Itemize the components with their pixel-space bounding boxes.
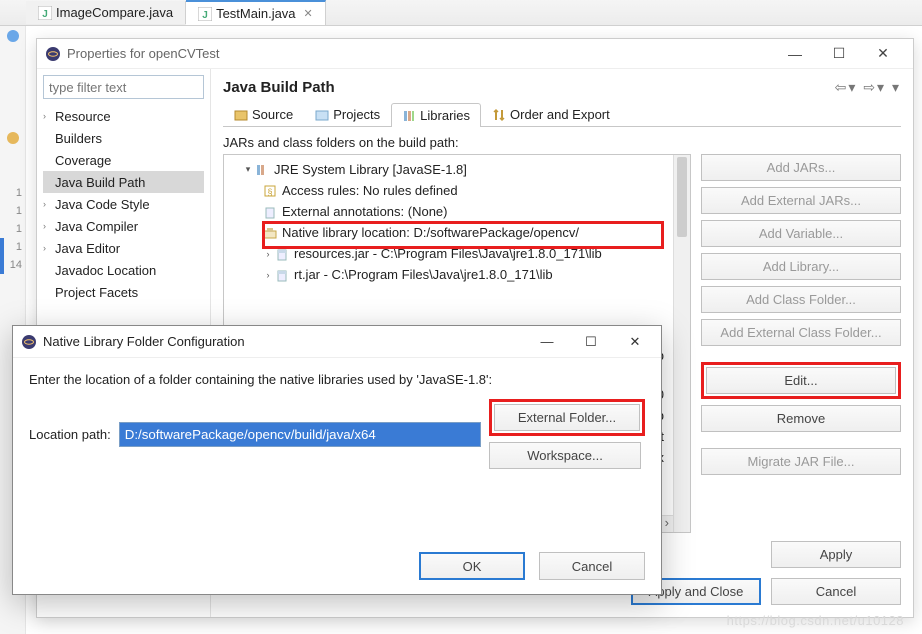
jars-subheading: JARs and class folders on the build path…	[223, 135, 901, 150]
svg-text:§: §	[267, 187, 272, 197]
workspace-button[interactable]: Workspace...	[489, 442, 641, 469]
build-path-tabs: Source Projects Libraries Order and Expo…	[223, 102, 901, 127]
tab-order-export[interactable]: Order and Export	[481, 102, 621, 126]
close-icon[interactable]: ✕	[304, 7, 313, 20]
editor-tab-testmain[interactable]: J TestMain.java ✕	[186, 0, 326, 25]
native-dialog-prompt: Enter the location of a folder containin…	[29, 372, 645, 387]
native-dialog-titlebar: Native Library Folder Configuration — ☐ …	[13, 326, 661, 358]
back-forward-nav[interactable]: ⇦▾ ⇨▾ ▾	[835, 79, 901, 96]
nav-item-builders[interactable]: Builders	[43, 127, 204, 149]
location-path-input[interactable]	[119, 422, 481, 447]
add-class-folder-button[interactable]: Add Class Folder...	[701, 286, 901, 313]
tree-access-rules[interactable]: § Access rules: No rules defined	[228, 180, 686, 201]
editor-tab-label: TestMain.java	[216, 6, 295, 21]
nav-item-javadoc-location[interactable]: Javadoc Location	[43, 259, 204, 281]
build-path-buttons: Add JARs... Add External JARs... Add Var…	[701, 154, 901, 533]
close-button[interactable]: ✕	[861, 45, 905, 62]
tree-root-jre[interactable]: ▾ JRE System Library [JavaSE-1.8]	[228, 159, 686, 180]
maximize-button[interactable]: ☐	[569, 326, 613, 358]
migrate-jar-button[interactable]: Migrate JAR File...	[701, 448, 901, 475]
svg-text:J: J	[42, 9, 48, 20]
editor-tabs: J ImageCompare.java J TestMain.java ✕	[0, 0, 922, 26]
properties-title: Properties for openCVTest	[67, 46, 219, 61]
add-library-button[interactable]: Add Library...	[701, 253, 901, 280]
section-heading: Java Build Path	[223, 79, 335, 96]
nav-item-project-facets[interactable]: Project Facets	[43, 281, 204, 303]
add-external-class-folder-button[interactable]: Add External Class Folder...	[701, 319, 901, 346]
minimize-button[interactable]: —	[773, 46, 817, 62]
jar-icon	[274, 267, 290, 283]
access-rules-icon: §	[262, 183, 278, 199]
annotation-highlight-box: Edit...	[701, 362, 901, 399]
add-jars-button[interactable]: Add JARs...	[701, 154, 901, 181]
cancel-button[interactable]: Cancel	[539, 552, 645, 580]
order-export-icon	[492, 108, 506, 122]
gutter-marker	[7, 30, 19, 42]
nav-item-resource[interactable]: ›Resource	[43, 105, 204, 127]
java-file-icon: J	[38, 6, 52, 20]
library-icon	[402, 109, 416, 123]
tree-external-annotations[interactable]: External annotations: (None)	[228, 201, 686, 222]
nav-item-java-code-style[interactable]: ›Java Code Style	[43, 193, 204, 215]
vertical-scrollbar[interactable]	[673, 155, 690, 532]
filter-input[interactable]	[43, 75, 204, 99]
gutter-marker	[7, 132, 19, 144]
editor-tab-imagecompare[interactable]: J ImageCompare.java	[26, 1, 186, 24]
tab-libraries[interactable]: Libraries	[391, 103, 481, 127]
apply-button[interactable]: Apply	[771, 541, 901, 568]
watermark-text: https://blog.csdn.net/u10128	[727, 613, 904, 628]
maximize-button[interactable]: ☐	[817, 45, 861, 62]
expand-icon[interactable]: ▾	[242, 164, 254, 175]
tree-resources-jar[interactable]: › resources.jar - C:\Program Files\Java\…	[228, 243, 686, 264]
external-folder-button[interactable]: External Folder...	[494, 404, 640, 431]
library-icon	[254, 162, 270, 178]
tree-rt-jar[interactable]: › rt.jar - C:\Program Files\Java\jre1.8.…	[228, 264, 686, 285]
cancel-button[interactable]: Cancel	[771, 578, 901, 605]
annotation-highlight-box: External Folder...	[489, 399, 645, 436]
nav-item-java-compiler[interactable]: ›Java Compiler	[43, 215, 204, 237]
location-path-label: Location path:	[29, 427, 111, 442]
add-variable-button[interactable]: Add Variable...	[701, 220, 901, 247]
projects-icon	[315, 108, 329, 122]
line-numbers: 1 1 1 1 14	[4, 184, 22, 274]
native-dialog-title: Native Library Folder Configuration	[43, 334, 245, 349]
annotations-icon	[262, 204, 278, 220]
native-lib-icon	[262, 225, 278, 241]
properties-titlebar: Properties for openCVTest — ☐ ✕	[37, 39, 913, 69]
minimize-button[interactable]: —	[525, 326, 569, 358]
nav-item-java-editor[interactable]: ›Java Editor	[43, 237, 204, 259]
java-file-icon: J	[198, 7, 212, 21]
tab-source[interactable]: Source	[223, 102, 304, 126]
ok-button[interactable]: OK	[419, 552, 525, 580]
remove-button[interactable]: Remove	[701, 405, 901, 432]
eclipse-icon	[45, 46, 61, 62]
editor-tab-label: ImageCompare.java	[56, 5, 173, 20]
expand-icon[interactable]: ›	[262, 249, 274, 259]
jar-icon	[274, 246, 290, 262]
native-library-dialog: Native Library Folder Configuration — ☐ …	[12, 325, 662, 595]
nav-item-coverage[interactable]: Coverage	[43, 149, 204, 171]
eclipse-icon	[21, 334, 37, 350]
nav-item-java-build-path[interactable]: Java Build Path	[43, 171, 204, 193]
close-button[interactable]: ✕	[613, 326, 657, 358]
tab-projects[interactable]: Projects	[304, 102, 391, 126]
add-external-jars-button[interactable]: Add External JARs...	[701, 187, 901, 214]
expand-icon[interactable]: ›	[262, 270, 274, 280]
svg-text:J: J	[202, 10, 208, 21]
tree-native-library-location[interactable]: Native library location: D:/softwarePack…	[228, 222, 686, 243]
source-folder-icon	[234, 108, 248, 122]
edit-button[interactable]: Edit...	[706, 367, 896, 394]
